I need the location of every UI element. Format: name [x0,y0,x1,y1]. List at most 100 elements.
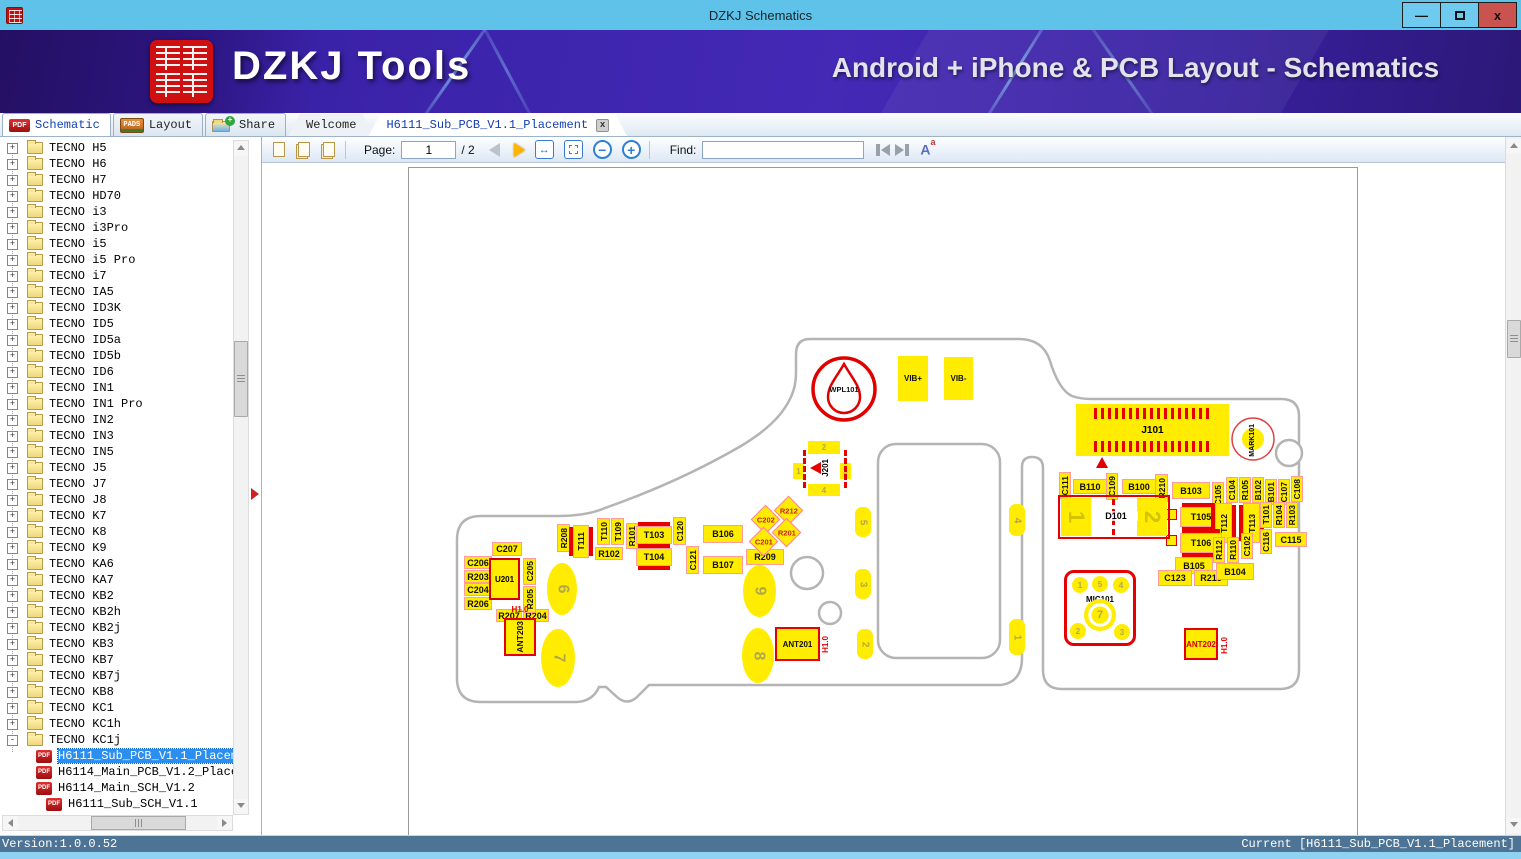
expand-toggle-icon[interactable]: + [7,254,18,266]
expand-toggle-icon[interactable]: + [7,510,18,522]
expand-toggle-icon[interactable]: + [7,398,18,410]
scroll-left-icon[interactable] [3,816,18,830]
tree-folder[interactable]: + TECNO i3 [0,204,233,220]
tab-schematic[interactable]: PDF Schematic [2,113,111,136]
tree-folder[interactable]: + TECNO i7 [0,268,233,284]
single-page-icon[interactable] [271,141,287,159]
tree-folder[interactable]: + TECNO J7 [0,476,233,492]
tree-folder[interactable]: + TECNO IA5 [0,284,233,300]
tree-folder[interactable]: + TECNO ID5b [0,348,233,364]
close-button[interactable]: x [1478,2,1517,28]
expand-toggle-icon[interactable]: + [7,366,18,378]
expand-toggle-icon[interactable]: + [7,430,18,442]
scroll-down-icon[interactable] [234,799,248,814]
sidebar-horizontal-scrollbar[interactable] [2,815,233,831]
close-tab-icon[interactable]: x [596,119,609,132]
tree-folder[interactable]: + TECNO K7 [0,508,233,524]
expand-toggle-icon[interactable]: - [7,734,18,746]
tree-file[interactable]: PDF H6111_Sub_PCB_V1.1_Placement [0,748,233,764]
expand-toggle-icon[interactable]: + [7,174,18,186]
expand-toggle-icon[interactable]: + [7,446,18,458]
tree-folder[interactable]: + TECNO J8 [0,492,233,508]
expand-toggle-icon[interactable]: + [7,334,18,346]
content-scroll-thumb[interactable] [1507,320,1521,358]
expand-toggle-icon[interactable]: + [7,286,18,298]
tree-folder[interactable]: + TECNO KB2h [0,604,233,620]
tree-folder[interactable]: + TECNO KC1h [0,716,233,732]
tree-folder[interactable]: + TECNO J5 [0,460,233,476]
facing-pages-icon[interactable] [296,141,312,159]
expand-toggle-icon[interactable]: + [7,622,18,634]
tree-folder[interactable]: + TECNO KB7j [0,668,233,684]
maximize-button[interactable] [1440,2,1479,28]
expand-toggle-icon[interactable]: + [7,318,18,330]
expand-toggle-icon[interactable]: + [7,238,18,250]
expand-toggle-icon[interactable]: + [7,558,18,570]
previous-page-button[interactable] [488,142,500,157]
next-page-button[interactable] [513,142,525,157]
tree-folder[interactable]: + TECNO IN3 [0,428,233,444]
expand-toggle-icon[interactable]: + [7,638,18,650]
tree-folder[interactable]: + TECNO ID3K [0,300,233,316]
tree-folder[interactable]: + TECNO KA6 [0,556,233,572]
expand-toggle-icon[interactable]: + [7,542,18,554]
tree-folder[interactable]: + TECNO HD70 [0,188,233,204]
tree-folder[interactable]: + TECNO KB7 [0,652,233,668]
tree-folder[interactable]: + TECNO ID5 [0,316,233,332]
tree-folder[interactable]: + TECNO KC1 [0,700,233,716]
zoom-in-button[interactable]: + [621,140,641,159]
fit-page-button[interactable] [563,140,583,159]
tree-folder[interactable]: + TECNO K9 [0,540,233,556]
scroll-up-icon[interactable] [1507,139,1521,154]
expand-toggle-icon[interactable]: + [7,302,18,314]
minimize-button[interactable]: — [1402,2,1441,28]
doc-tab-welcome[interactable]: Welcome [288,114,374,136]
sidebar-vertical-scrollbar[interactable] [233,140,249,815]
fit-width-button[interactable]: ↔ [534,140,554,159]
tree-folder[interactable]: + TECNO ID6 [0,364,233,380]
expand-toggle-icon[interactable]: + [7,670,18,682]
expand-toggle-icon[interactable]: + [7,222,18,234]
tab-layout[interactable]: PADS Layout [112,113,204,136]
scroll-down-icon[interactable] [1507,818,1521,833]
find-previous-icon[interactable] [875,143,891,157]
tree-folder[interactable]: + TECNO KB2j [0,620,233,636]
tree-folder[interactable]: + TECNO i5 Pro [0,252,233,268]
tree-folder[interactable]: + TECNO IN5 [0,444,233,460]
tree-file[interactable]: PDF H6111_Sub_SCH_V1.1 [0,796,233,812]
tree-folder[interactable]: + TECNO H6 [0,156,233,172]
tab-share[interactable]: + Share [205,113,287,136]
scroll-up-icon[interactable] [234,141,248,156]
tree-folder[interactable]: + TECNO H5 [0,140,233,156]
expand-toggle-icon[interactable]: + [7,270,18,282]
zoom-out-button[interactable]: − [592,140,612,159]
doc-tab-placement[interactable]: H6111_Sub_PCB_V1.1_Placement x [368,114,627,136]
expand-toggle-icon[interactable]: + [7,206,18,218]
tree-folder[interactable]: + TECNO IN1 [0,380,233,396]
find-next-icon[interactable] [894,143,910,157]
match-case-icon[interactable]: Aa [920,137,935,158]
tree-folder[interactable]: + TECNO i3Pro [0,220,233,236]
scroll-right-icon[interactable] [217,816,232,830]
expand-toggle-icon[interactable]: + [7,654,18,666]
expand-toggle-icon[interactable]: + [7,574,18,586]
expand-toggle-icon[interactable]: + [7,382,18,394]
expand-toggle-icon[interactable]: + [7,590,18,602]
expand-toggle-icon[interactable]: + [7,158,18,170]
tree-folder[interactable]: + TECNO IN2 [0,412,233,428]
expand-toggle-icon[interactable]: + [7,190,18,202]
expand-toggle-icon[interactable]: + [7,702,18,714]
content-vertical-scrollbar[interactable] [1505,137,1521,835]
tree-folder[interactable]: + TECNO KB2 [0,588,233,604]
expand-toggle-icon[interactable]: + [7,478,18,490]
tree-folder[interactable]: + TECNO KB3 [0,636,233,652]
continuous-pages-icon[interactable] [321,141,337,159]
expand-toggle-icon[interactable]: + [7,142,18,154]
expand-toggle-icon[interactable]: + [7,606,18,618]
expand-toggle-icon[interactable]: + [7,494,18,506]
tree-folder[interactable]: + TECNO KB8 [0,684,233,700]
tree-folder[interactable]: + TECNO K8 [0,524,233,540]
sidebar-scroll-thumb[interactable] [234,341,248,417]
tree-folder[interactable]: + TECNO KA7 [0,572,233,588]
tree-folder[interactable]: + TECNO IN1 Pro [0,396,233,412]
